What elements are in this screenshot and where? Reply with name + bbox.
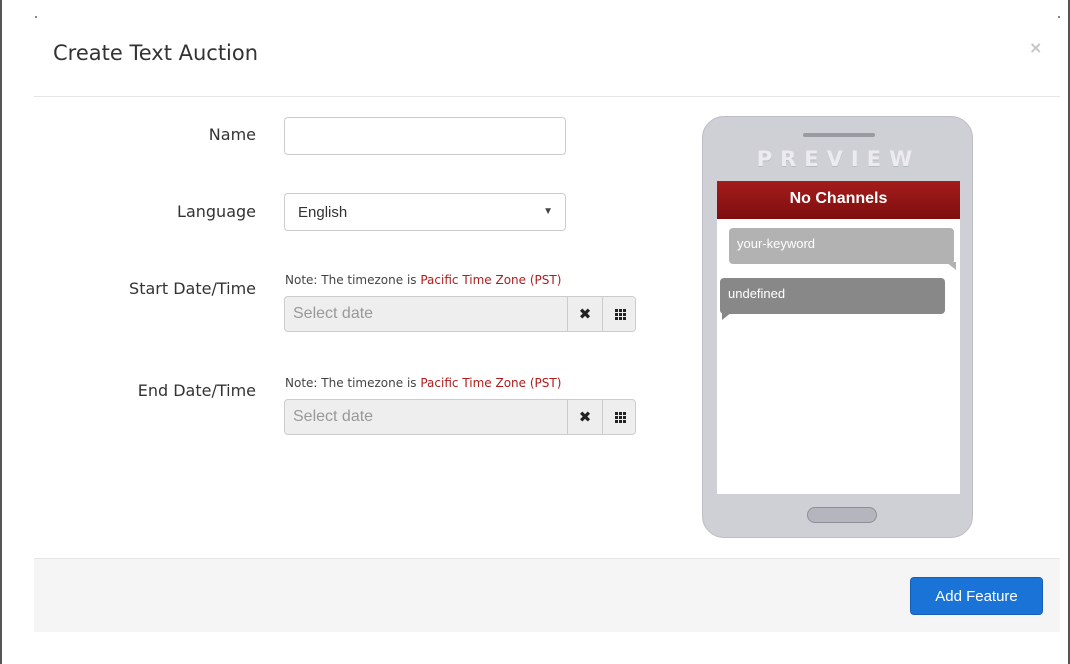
channel-bar: No Channels [717,181,960,219]
modal-title: Create Text Auction [53,41,259,65]
timezone-name: Pacific Time Zone (PST) [420,273,562,287]
corner-mark [35,16,37,18]
name-label: Name [208,125,256,144]
timezone-note-text: Note: The timezone is [285,273,421,287]
language-select[interactable]: English ▼ [284,193,566,231]
phone-screen: No Channels your-keyword undefined [717,181,960,494]
name-input[interactable] [284,117,566,155]
language-label: Language [177,202,256,221]
start-date-picker: Select date ✖ [284,296,636,332]
header-divider [34,96,1060,97]
clear-date-icon[interactable]: ✖ [567,400,602,434]
phone-home-button [807,507,877,523]
preview-heading: PREVIEW [756,147,921,171]
chevron-down-icon: ▼ [543,206,553,217]
calendar-grid-icon[interactable] [602,400,635,434]
clear-date-icon[interactable]: ✖ [567,297,602,331]
corner-mark [1058,16,1060,18]
timezone-note-text: Note: The timezone is [285,376,421,390]
incoming-message-bubble: undefined [720,278,945,320]
end-date-input[interactable]: Select date [285,400,567,434]
add-feature-button[interactable]: Add Feature [910,577,1043,615]
end-date-label: End Date/Time [137,381,256,400]
phone-preview: PREVIEW No Channels your-keyword undefin… [702,116,973,538]
timezone-name: Pacific Time Zone (PST) [420,376,562,390]
end-date-picker: Select date ✖ [284,399,636,435]
outgoing-message-bubble: your-keyword [729,228,956,270]
phone-speaker [803,133,875,137]
modal-footer [34,558,1060,632]
start-timezone-note: Note: The timezone is Pacific Time Zone … [285,273,561,287]
language-value: English [298,204,348,221]
start-date-input[interactable]: Select date [285,297,567,331]
calendar-grid-icon[interactable] [602,297,635,331]
close-icon[interactable]: × [1029,38,1042,57]
start-date-label: Start Date/Time [129,279,256,298]
end-timezone-note: Note: The timezone is Pacific Time Zone … [285,376,561,390]
